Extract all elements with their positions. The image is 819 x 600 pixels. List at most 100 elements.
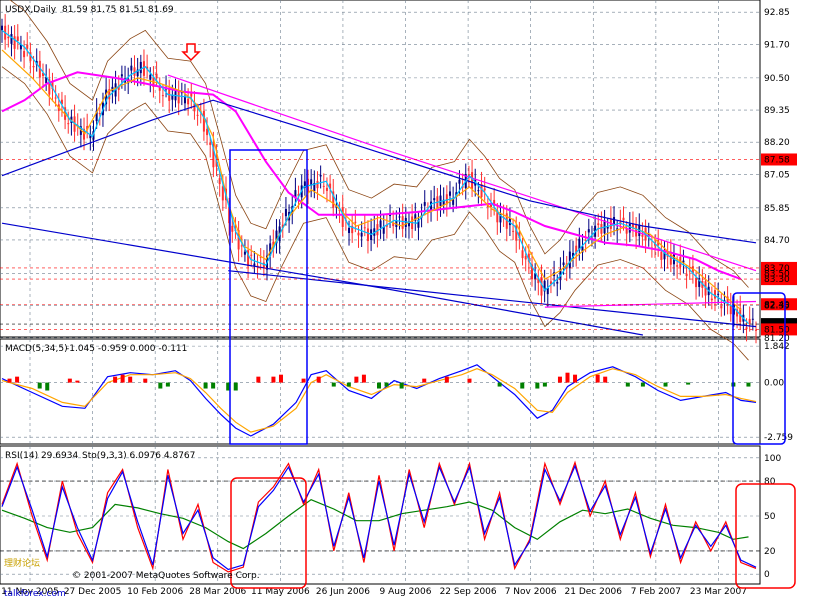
x-tick-label: 9 Aug 2006	[380, 587, 432, 597]
macd-bar	[75, 380, 80, 383]
candle-body	[32, 65, 35, 68]
candle-body	[745, 327, 748, 330]
macd-bar	[361, 374, 366, 383]
candle-body	[23, 51, 26, 58]
macd-bar	[128, 376, 133, 383]
candle-body	[401, 216, 404, 229]
macd-bar	[746, 382, 751, 387]
candle-body	[597, 223, 600, 226]
macd-bar	[542, 382, 547, 387]
y-tick-label: 91.70	[764, 40, 790, 50]
candle-body	[26, 44, 29, 49]
macd-bar	[520, 382, 525, 389]
y-tick-label: 0	[764, 570, 770, 580]
y-tick-label: -2.759	[764, 433, 793, 443]
chart-svg: 87.5883.7083.3082.4081.6981.50 92.8591.7…	[0, 0, 797, 599]
candle-body	[10, 34, 13, 44]
candle-body	[357, 232, 360, 236]
macd-bar	[535, 382, 540, 389]
candle-body	[710, 298, 713, 301]
candle-body	[13, 36, 16, 49]
candle-body	[243, 251, 246, 255]
y-tick-label: 20	[764, 547, 776, 557]
candle-body	[98, 113, 101, 115]
y-tick-label: 87.05	[764, 170, 790, 180]
y-tick-label: 88.20	[764, 138, 790, 148]
y-tick-label: 85.85	[764, 204, 790, 214]
candle-body	[130, 65, 133, 71]
macd-bar	[346, 382, 351, 387]
candle-body	[606, 226, 609, 229]
macd-bar	[663, 382, 668, 387]
candle-body	[751, 318, 754, 320]
candle-body	[161, 95, 164, 97]
candle-body	[713, 290, 716, 299]
candle-body	[477, 190, 480, 192]
candle-body	[458, 179, 461, 184]
candle-body	[231, 225, 234, 232]
candle-body	[521, 250, 524, 259]
candle-body	[240, 245, 243, 247]
candle-body	[360, 232, 363, 237]
candle-body	[202, 110, 205, 132]
candle-body	[423, 202, 426, 206]
macd-bar	[256, 376, 261, 383]
macd-bar	[573, 374, 578, 383]
candle-body	[325, 187, 328, 191]
macd-bar	[595, 374, 600, 383]
price-panel-title: USDX,Daily	[5, 5, 57, 15]
candle-body	[755, 329, 757, 331]
macd-bar	[603, 376, 608, 383]
candle-body	[379, 220, 382, 228]
y-axis-labels: 92.85 91.70 90.50 89.35 88.20 87.05 85.85 84.70…	[764, 8, 793, 580]
y-tick-label: 92.85	[764, 8, 790, 18]
macd-bar	[278, 374, 283, 383]
x-tick-label: 22 Sep 2006	[440, 587, 497, 597]
candle-body	[641, 234, 644, 237]
candle-body	[622, 217, 625, 221]
candle-body	[196, 114, 199, 116]
x-tick-label: 21 Dec 2006	[565, 587, 623, 597]
y-tick-label: 1.842	[764, 342, 790, 352]
osc-panel-frame	[0, 445, 761, 585]
candle-body	[448, 191, 451, 196]
price-tag-label: 87.58	[764, 155, 790, 165]
macd-bar	[640, 382, 645, 387]
candle-body	[685, 273, 688, 277]
candle-body	[398, 216, 401, 218]
watermark-forum-name: 理财论坛	[4, 557, 40, 569]
macd-bar	[143, 378, 148, 383]
candle-body	[635, 224, 638, 237]
candle-body	[613, 217, 616, 225]
macd-bar	[7, 378, 12, 383]
watermark-domain: talkforex.com	[4, 589, 66, 599]
y-tick-label: 50	[764, 512, 776, 522]
macd-bar	[271, 376, 276, 383]
macd-bar	[444, 376, 449, 383]
candle-body	[660, 251, 663, 260]
macd-bar	[354, 376, 359, 383]
x-tick-label: 7 Nov 2006	[505, 587, 557, 597]
macd-bar	[301, 378, 306, 383]
candle-body	[729, 305, 732, 315]
macd-bar	[686, 382, 691, 385]
x-tick-label: 26 Jun 2006	[316, 587, 370, 597]
macd-bar	[377, 382, 381, 389]
candle-body	[717, 293, 720, 295]
candle-body	[284, 208, 287, 217]
candle-body	[720, 306, 723, 309]
candle-body	[524, 256, 527, 260]
candle-body	[483, 188, 486, 191]
x-tick-label: 7 Feb 2007	[631, 587, 681, 597]
candle-body	[366, 228, 369, 242]
macd-values-text: -1.045 -0.959 0.000 -0.111	[66, 344, 187, 354]
macd-bar	[467, 378, 472, 383]
macd-bar	[45, 382, 50, 391]
y-tick-label: 100	[764, 454, 781, 464]
y-tick-label: 89.35	[764, 106, 790, 116]
candle-body	[600, 224, 603, 234]
macd-bar	[384, 382, 389, 387]
candle-body	[348, 227, 351, 234]
candle-body	[218, 178, 221, 185]
candle-body	[322, 185, 325, 187]
